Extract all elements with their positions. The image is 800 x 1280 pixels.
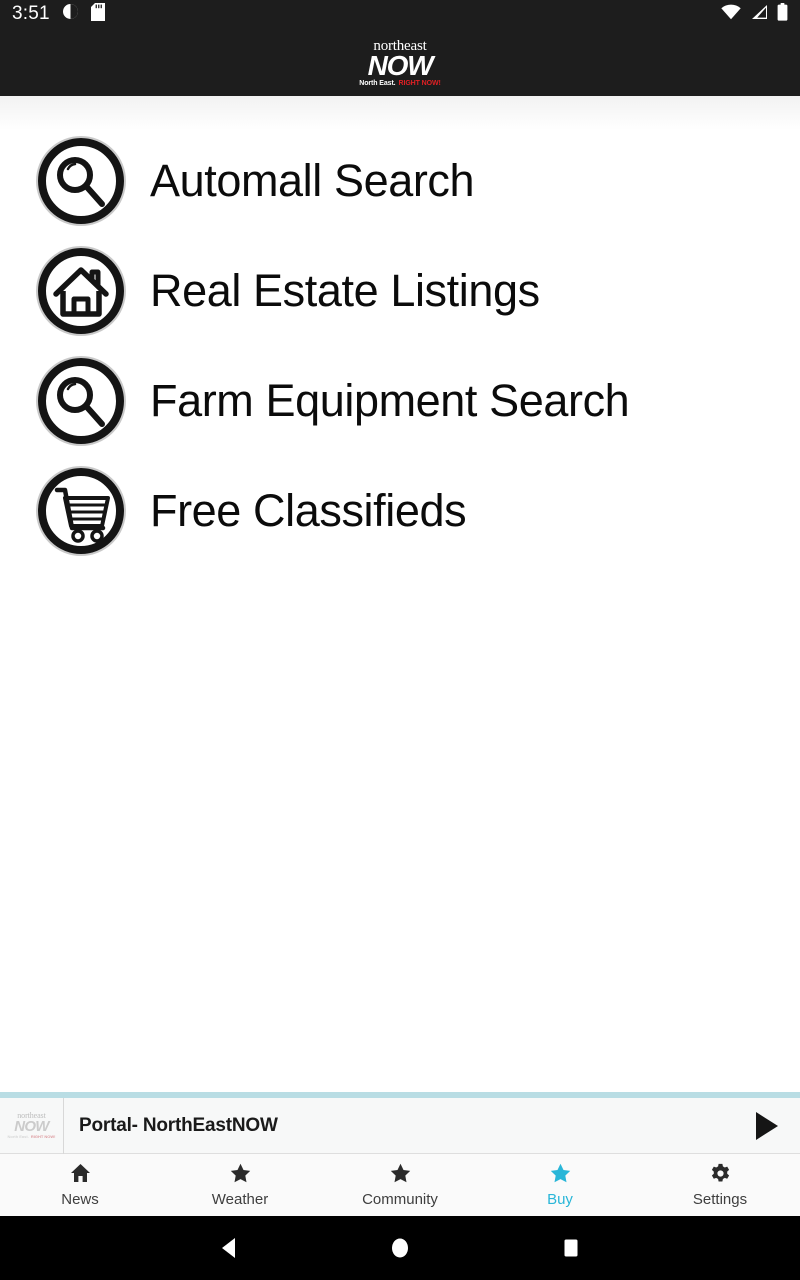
do-not-disturb-icon [62, 3, 79, 25]
nav-item-weather[interactable]: Weather [160, 1154, 320, 1216]
star-icon [230, 1162, 251, 1184]
nav-item-label: Community [362, 1191, 438, 1208]
player-logo: northeast NOW North East. RIGHT NOW! [7, 1111, 55, 1139]
player-logo-tagline-red: RIGHT NOW! [30, 1134, 56, 1140]
status-time: 3:51 [12, 3, 50, 24]
buy-menu-list: Automall Search Real Estate Listings Far… [0, 96, 800, 1092]
nav-item-label: Weather [211, 1191, 269, 1208]
nav-item-buy[interactable]: Buy [480, 1154, 640, 1216]
home-icon [70, 1162, 91, 1184]
home-circle-icon[interactable] [389, 1236, 411, 1260]
app-screen: 3:51 northeast NOW North East. RIGHT NOW… [0, 0, 800, 1280]
status-bar-right [721, 2, 788, 26]
player-thumbnail: northeast NOW North East. RIGHT NOW! [0, 1097, 64, 1154]
menu-item-label: Farm Equipment Search [150, 375, 630, 426]
status-bar-left: 3:51 [12, 2, 105, 26]
nav-item-news[interactable]: News [0, 1154, 160, 1216]
star-icon [550, 1162, 571, 1184]
logo-tagline: North East. RIGHT NOW! [359, 80, 441, 88]
magnifier-circle-icon [34, 134, 128, 228]
system-navigation-bar [0, 1216, 800, 1280]
magnifier-circle-icon [34, 354, 128, 448]
audio-player-bar: northeast NOW North East. RIGHT NOW! Por… [0, 1092, 800, 1154]
nav-item-label: Buy [547, 1191, 573, 1208]
shopping-cart-circle-icon [34, 464, 128, 558]
menu-item-label: Real Estate Listings [150, 265, 540, 316]
cellular-signal-icon [750, 4, 768, 25]
nav-item-community[interactable]: Community [320, 1154, 480, 1216]
menu-item-automall-search[interactable]: Automall Search [0, 126, 800, 236]
nav-item-label: News [61, 1191, 99, 1208]
player-logo-now-text: NOW [14, 1117, 49, 1135]
back-triangle-icon[interactable] [219, 1237, 239, 1259]
house-circle-icon [34, 244, 128, 338]
logo-tagline-red: RIGHT NOW! [398, 80, 441, 88]
menu-item-farm-equipment-search[interactable]: Farm Equipment Search [0, 346, 800, 456]
status-bar: 3:51 [0, 0, 800, 28]
star-icon [390, 1162, 411, 1184]
sd-card-icon [90, 2, 105, 26]
play-icon[interactable] [734, 1098, 800, 1154]
app-logo: northeast NOW North East. RIGHT NOW! [359, 38, 441, 88]
menu-item-label: Free Classifieds [150, 485, 467, 536]
recents-square-icon[interactable] [561, 1237, 581, 1259]
player-logo-tagline-grey: North East. [7, 1134, 29, 1140]
menu-item-real-estate-listings[interactable]: Real Estate Listings [0, 236, 800, 346]
bottom-navigation: News Weather Community Buy Settings [0, 1154, 800, 1216]
app-bar: northeast NOW North East. RIGHT NOW! [0, 28, 800, 96]
wifi-icon [721, 4, 741, 25]
logo-now-text: NOW [367, 49, 434, 81]
nav-item-settings[interactable]: Settings [640, 1154, 800, 1216]
battery-icon [777, 2, 788, 26]
nav-item-label: Settings [692, 1191, 748, 1208]
gear-icon [710, 1162, 731, 1184]
menu-item-label: Automall Search [150, 155, 475, 206]
player-logo-tagline: North East. RIGHT NOW! [7, 1135, 55, 1139]
logo-tagline-white: North East. [359, 80, 396, 88]
player-track-title: Portal- NorthEastNOW [79, 1114, 278, 1136]
menu-item-free-classifieds[interactable]: Free Classifieds [0, 456, 800, 566]
